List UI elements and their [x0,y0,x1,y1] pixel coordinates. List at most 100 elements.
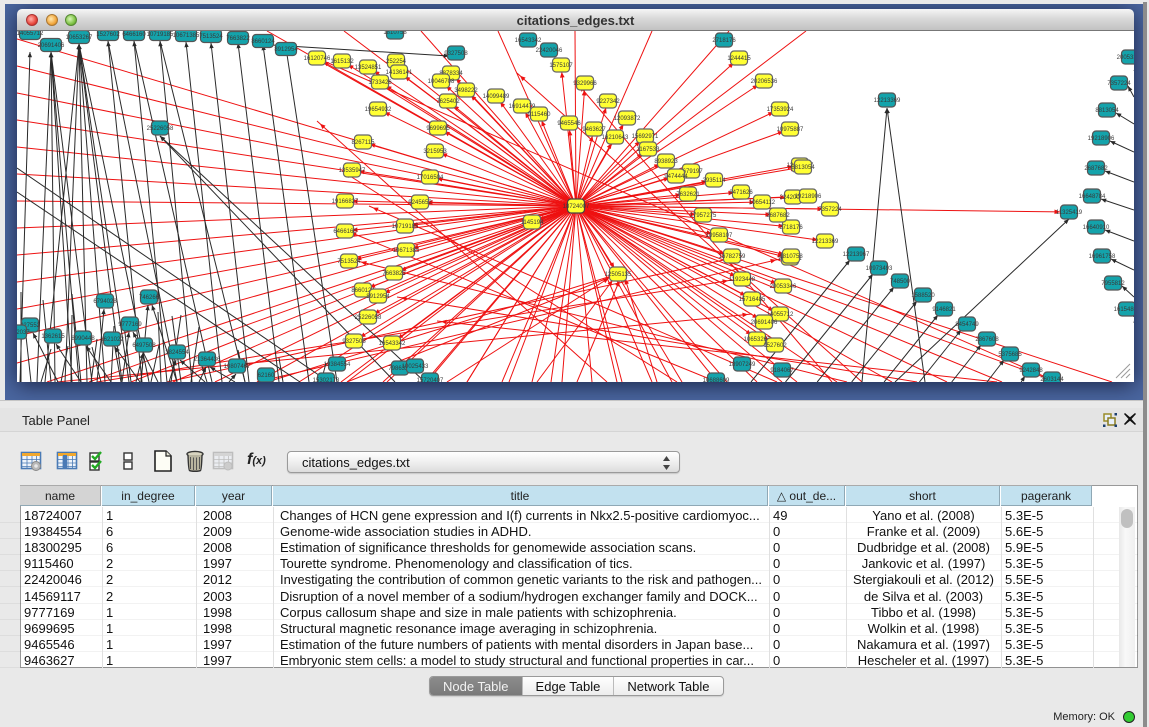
svg-text:10975887: 10975887 [777,127,804,133]
svg-text:8990448: 8990448 [71,336,95,342]
svg-text:22420046: 22420046 [536,48,563,54]
svg-text:9227342: 9227342 [596,99,620,105]
svg-text:20053346: 20053346 [1117,55,1134,61]
svg-text:7632621: 7632621 [676,192,700,198]
svg-text:9699695: 9699695 [426,126,450,132]
svg-text:10807467: 10807467 [224,364,251,370]
svg-text:10719185: 10719185 [392,224,419,230]
svg-text:20691406: 20691406 [751,320,778,326]
svg-text:1588520: 1588520 [911,293,935,299]
svg-text:1244415: 1244415 [727,56,751,62]
svg-text:9465546: 9465546 [557,121,581,127]
svg-text:25226058: 25226058 [355,315,382,321]
svg-text:7663822: 7663822 [226,36,250,42]
svg-text:10719185: 10719185 [147,32,174,38]
svg-text:9777169: 9777169 [118,322,142,328]
svg-text:12505135: 12505135 [605,272,632,278]
svg-text:9242848: 9242848 [1019,368,1043,374]
svg-text:1615132: 1615132 [330,59,354,65]
svg-text:10688609: 10688609 [703,378,730,382]
svg-text:10653267: 10653267 [66,35,93,41]
svg-text:18724007: 18724007 [563,204,590,210]
svg-text:19166827: 19166827 [332,199,359,205]
svg-text:15720407: 15720407 [417,378,444,382]
svg-text:21364436: 21364436 [194,357,221,363]
svg-text:16543342: 16543342 [515,38,542,44]
svg-text:10671385: 10671385 [173,33,200,39]
svg-text:17016504: 17016504 [417,175,444,181]
svg-text:9474444: 9474444 [664,174,688,180]
svg-text:9463627: 9463627 [582,127,606,133]
svg-text:13524851: 13524851 [355,65,382,71]
svg-text:3498222: 3498222 [454,88,478,94]
svg-text:1362615: 1362615 [41,334,65,340]
svg-text:8912954: 8912954 [366,294,390,300]
svg-text:746266: 746266 [139,295,160,301]
svg-text:2718176: 2718176 [712,38,736,44]
svg-text:6466160: 6466160 [122,32,146,38]
svg-text:16543342: 16543342 [379,341,406,347]
svg-text:9115460: 9115460 [528,112,552,118]
svg-text:10025433: 10025433 [402,364,429,370]
svg-text:8912954: 8912954 [274,47,298,53]
svg-text:2935114: 2935114 [703,178,727,184]
svg-text:16640910: 16640910 [1083,225,1110,231]
svg-text:252254: 252254 [386,59,407,65]
svg-text:8454749: 8454749 [955,322,979,328]
svg-text:12213967: 12213967 [843,252,870,258]
svg-text:9245652: 9245652 [408,200,432,206]
svg-text:6497508: 6497508 [132,343,156,349]
svg-text:19218906: 19218906 [1088,136,1115,142]
svg-text:7357224: 7357224 [818,207,842,213]
svg-text:62160: 62160 [258,373,275,379]
svg-text:1575107: 1575107 [549,63,573,69]
svg-text:9329966: 9329966 [573,81,597,87]
svg-text:7663822: 7663822 [382,271,406,277]
svg-text:1527602: 1527602 [763,343,787,349]
svg-text:15692971: 15692971 [632,134,659,140]
svg-text:16782759: 16782759 [719,254,746,260]
svg-text:15302173: 15302173 [313,378,340,382]
svg-text:20206536: 20206536 [751,79,778,85]
svg-text:19654932: 19654932 [365,107,392,113]
svg-text:9327508: 9327508 [342,339,366,345]
svg-text:7513524: 7513524 [337,259,361,265]
svg-text:1810758: 1810758 [779,254,803,260]
svg-text:3824554: 3824554 [165,350,189,356]
svg-text:8471626: 8471626 [729,190,753,196]
svg-text:9184067: 9184067 [770,368,794,374]
svg-text:16210643: 16210643 [602,135,629,141]
svg-text:20691406: 20691406 [38,43,65,49]
svg-text:14099489: 14099489 [483,94,510,100]
svg-text:1621022: 1621022 [100,337,124,343]
svg-text:16648784: 16648784 [1079,194,1106,200]
svg-text:8660124: 8660124 [251,39,275,45]
svg-text:8267115: 8267115 [352,140,376,146]
svg-text:10671385: 10671385 [393,248,420,254]
svg-text:17353924: 17353924 [767,107,794,113]
svg-text:748500: 748500 [890,279,911,285]
svg-text:12213369: 12213369 [874,98,901,104]
svg-text:1733426: 1733426 [368,80,392,86]
svg-text:7513524: 7513524 [199,34,223,40]
svg-text:3215953: 3215953 [423,149,447,155]
svg-text:16120746: 16120746 [304,56,331,62]
svg-text:1145194: 1145194 [521,220,545,226]
svg-text:2603144: 2603144 [1040,377,1064,382]
svg-text:8813054: 8813054 [1095,108,1119,114]
svg-text:19384554: 19384554 [324,362,351,368]
svg-text:5375685: 5375685 [998,352,1022,358]
svg-text:7625402: 7625402 [436,99,460,105]
svg-text:1810758: 1810758 [383,31,407,36]
svg-text:7955812: 7955812 [1101,281,1125,287]
svg-text:2718176: 2718176 [779,225,803,231]
svg-text:6794028: 6794028 [93,299,117,305]
svg-text:8813054: 8813054 [791,165,815,171]
svg-text:5822037: 5822037 [17,330,30,336]
svg-text:7357224: 7357224 [1107,81,1131,87]
svg-text:1527602: 1527602 [96,32,120,38]
svg-text:10958107: 10958107 [706,233,733,239]
svg-text:20053346: 20053346 [770,284,797,290]
svg-text:15716485: 15716485 [739,297,766,303]
svg-text:14055712: 14055712 [17,31,44,37]
